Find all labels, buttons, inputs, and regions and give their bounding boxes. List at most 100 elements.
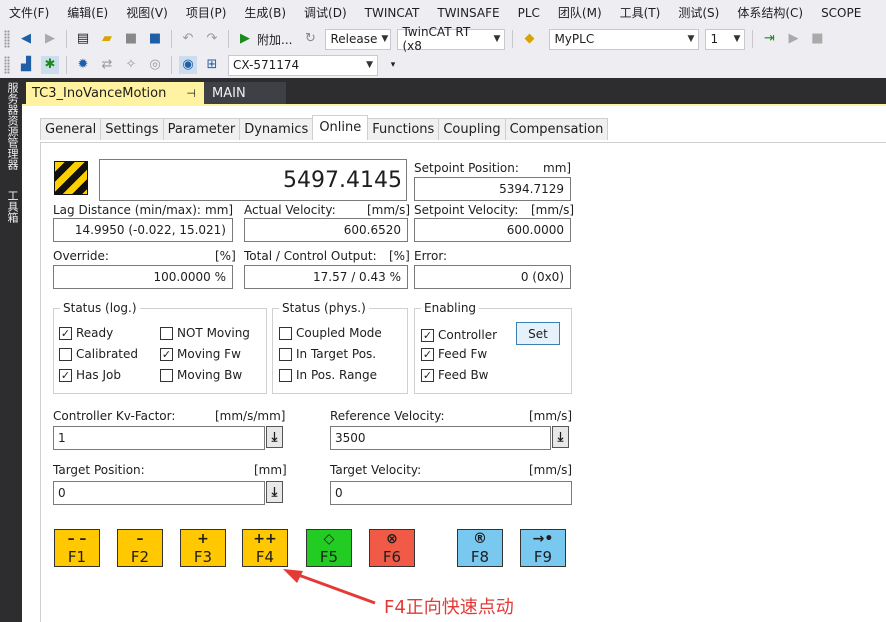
reference-velocity-download-button[interactable]: ⤓ <box>552 426 569 448</box>
menu-build[interactable]: 生成(B) <box>235 0 295 26</box>
checkbox-controller[interactable]: ✓ Controller <box>421 328 497 342</box>
f5-label: F5 <box>319 548 339 566</box>
f9-home-button[interactable]: →• F9 <box>520 529 566 567</box>
back-icon[interactable]: ◀ <box>17 30 35 48</box>
save-icon[interactable]: ■ <box>122 30 140 48</box>
show-online-data-icon[interactable]: ◉ <box>179 56 197 74</box>
set-enabling-button[interactable]: Set <box>516 322 560 345</box>
toolbar-overflow-icon[interactable]: ▾ <box>384 56 402 74</box>
target-position-input[interactable]: 0 <box>53 481 265 505</box>
checkbox-in-pos-range[interactable]: In Pos. Range <box>279 368 377 382</box>
f4-fast-forward-button[interactable]: ++ F4 <box>242 529 288 567</box>
start-icon[interactable]: ▶ <box>236 30 254 48</box>
checkbox-in-target-pos[interactable]: In Target Pos. <box>279 347 376 361</box>
download-arrow-icon: ⤓ <box>557 429 564 445</box>
tab-general[interactable]: General <box>40 118 102 140</box>
scan-icon[interactable]: ✧ <box>122 56 140 74</box>
plc-project-select[interactable]: MyPLC ▼ <box>549 28 700 50</box>
activate-config-icon[interactable]: ▟ <box>17 56 35 74</box>
doctab-axis[interactable]: TC3_InoVanceMotion ⊣ <box>26 82 204 104</box>
attach-button[interactable]: 附加... <box>257 31 292 48</box>
new-project-icon[interactable]: ▤ <box>74 30 92 48</box>
refresh-icon[interactable]: ↻ <box>301 30 319 48</box>
server-explorer-tab[interactable]: 服务器资源管理器 <box>4 82 20 170</box>
kv-factor-input[interactable]: 1 <box>53 426 265 450</box>
plc-tool-icon[interactable]: ◆ <box>520 30 538 48</box>
toolbox-tab[interactable]: 工具箱 <box>4 190 20 223</box>
reference-velocity-input[interactable]: 3500 <box>330 426 551 450</box>
setpoint-velocity-value: 600.0000 <box>506 223 564 237</box>
menu-team[interactable]: 团队(M) <box>549 0 611 26</box>
checkbox-box <box>160 326 173 340</box>
menu-twinsafe[interactable]: TWINSAFE <box>428 0 508 26</box>
target-velocity-input[interactable]: 0 <box>330 481 572 505</box>
f8-reset-button[interactable]: ® F8 <box>457 529 503 567</box>
doctab-main[interactable]: MAIN <box>200 82 286 104</box>
toggle-free-run-icon[interactable]: ◎ <box>146 56 164 74</box>
f2-backward-button[interactable]: – F2 <box>117 529 163 567</box>
login-icon[interactable]: ⇥ <box>760 30 778 48</box>
total-output-unit: [%] <box>389 249 410 263</box>
menu-edit[interactable]: 编辑(E) <box>58 0 117 26</box>
pin-icon[interactable]: ⊣ <box>186 87 196 100</box>
tab-functions[interactable]: Functions <box>367 118 440 140</box>
configuration-select[interactable]: Release ▼ <box>325 28 392 50</box>
menu-project[interactable]: 项目(P) <box>177 0 236 26</box>
toolbar-grip[interactable] <box>4 56 10 74</box>
checkbox-ready[interactable]: ✓ Ready <box>59 326 113 340</box>
checkbox-coupled-mode[interactable]: Coupled Mode <box>279 326 382 340</box>
f3-forward-button[interactable]: + F3 <box>180 529 226 567</box>
checkbox-box: ✓ <box>59 326 72 340</box>
menu-debug[interactable]: 调试(D) <box>295 0 356 26</box>
arrow-to-point-icon: →• <box>532 531 554 547</box>
menu-test[interactable]: 测试(S) <box>669 0 728 26</box>
f1-fast-backward-button[interactable]: – – F1 <box>54 529 100 567</box>
f3-label: F3 <box>193 548 213 566</box>
toolbar-grip[interactable] <box>4 30 10 48</box>
show-sub-items-icon[interactable]: ⊞ <box>203 56 221 74</box>
f5-start-button[interactable]: ◇ F5 <box>306 529 352 567</box>
error-label: Error: <box>414 249 448 263</box>
redo-icon[interactable]: ↷ <box>203 30 221 48</box>
target-position-download-button[interactable]: ⤓ <box>266 481 283 503</box>
checkbox-has-job[interactable]: ✓ Has Job <box>59 368 121 382</box>
menu-twincat[interactable]: TWINCAT <box>356 0 429 26</box>
target-velocity-value: 0 <box>335 486 343 500</box>
restart-twincat-icon[interactable]: ✱ <box>41 56 59 74</box>
checkbox-label: In Target Pos. <box>296 347 377 361</box>
instance-select[interactable]: 1 ▼ <box>705 28 746 50</box>
tab-dynamics[interactable]: Dynamics <box>239 118 314 140</box>
checkbox-feed-fw[interactable]: ✓ Feed Fw <box>421 347 487 361</box>
menu-scope[interactable]: SCOPE <box>812 0 870 26</box>
stop-icon[interactable]: ■ <box>808 30 826 48</box>
lag-distance-label: Lag Distance (min/max): <box>53 203 201 217</box>
open-folder-icon[interactable]: ▰ <box>98 30 116 48</box>
tab-online[interactable]: Online <box>312 115 369 140</box>
menu-tools[interactable]: 工具(T) <box>611 0 670 26</box>
checkbox-feed-bw[interactable]: ✓ Feed Bw <box>421 368 489 382</box>
menu-architecture[interactable]: 体系结构(C) <box>728 0 812 26</box>
f6-stop-button[interactable]: ⊗ F6 <box>369 529 415 567</box>
checkbox-moving-bw[interactable]: Moving Bw <box>160 368 242 382</box>
target-velocity-label: Target Velocity: <box>330 463 422 477</box>
menu-view[interactable]: 视图(V) <box>117 0 177 26</box>
menu-plc[interactable]: PLC <box>509 0 549 26</box>
kv-factor-download-button[interactable]: ⤓ <box>266 426 283 448</box>
target-system-select[interactable]: CX-571174 ▼ <box>228 54 378 76</box>
tab-settings[interactable]: Settings <box>100 118 164 140</box>
save-all-icon[interactable]: ■ <box>146 30 164 48</box>
forward-icon[interactable]: ▶ <box>41 30 59 48</box>
platform-select[interactable]: TwinCAT RT (x8 ▼ <box>397 25 506 53</box>
tab-compensation[interactable]: Compensation <box>504 118 609 140</box>
checkbox-calibrated[interactable]: Calibrated <box>59 347 138 361</box>
tab-parameter[interactable]: Parameter <box>162 118 241 140</box>
checkbox-not-moving[interactable]: NOT Moving <box>160 326 250 340</box>
reload-devices-icon[interactable]: ⇄ <box>98 56 116 74</box>
checkbox-box <box>279 347 292 361</box>
tab-coupling[interactable]: Coupling <box>438 118 506 140</box>
config-mode-icon[interactable]: ✹ <box>74 56 92 74</box>
undo-icon[interactable]: ↶ <box>179 30 197 48</box>
run-icon[interactable]: ▶ <box>784 30 802 48</box>
menu-file[interactable]: 文件(F) <box>0 0 58 26</box>
checkbox-moving-fw[interactable]: ✓ Moving Fw <box>160 347 241 361</box>
